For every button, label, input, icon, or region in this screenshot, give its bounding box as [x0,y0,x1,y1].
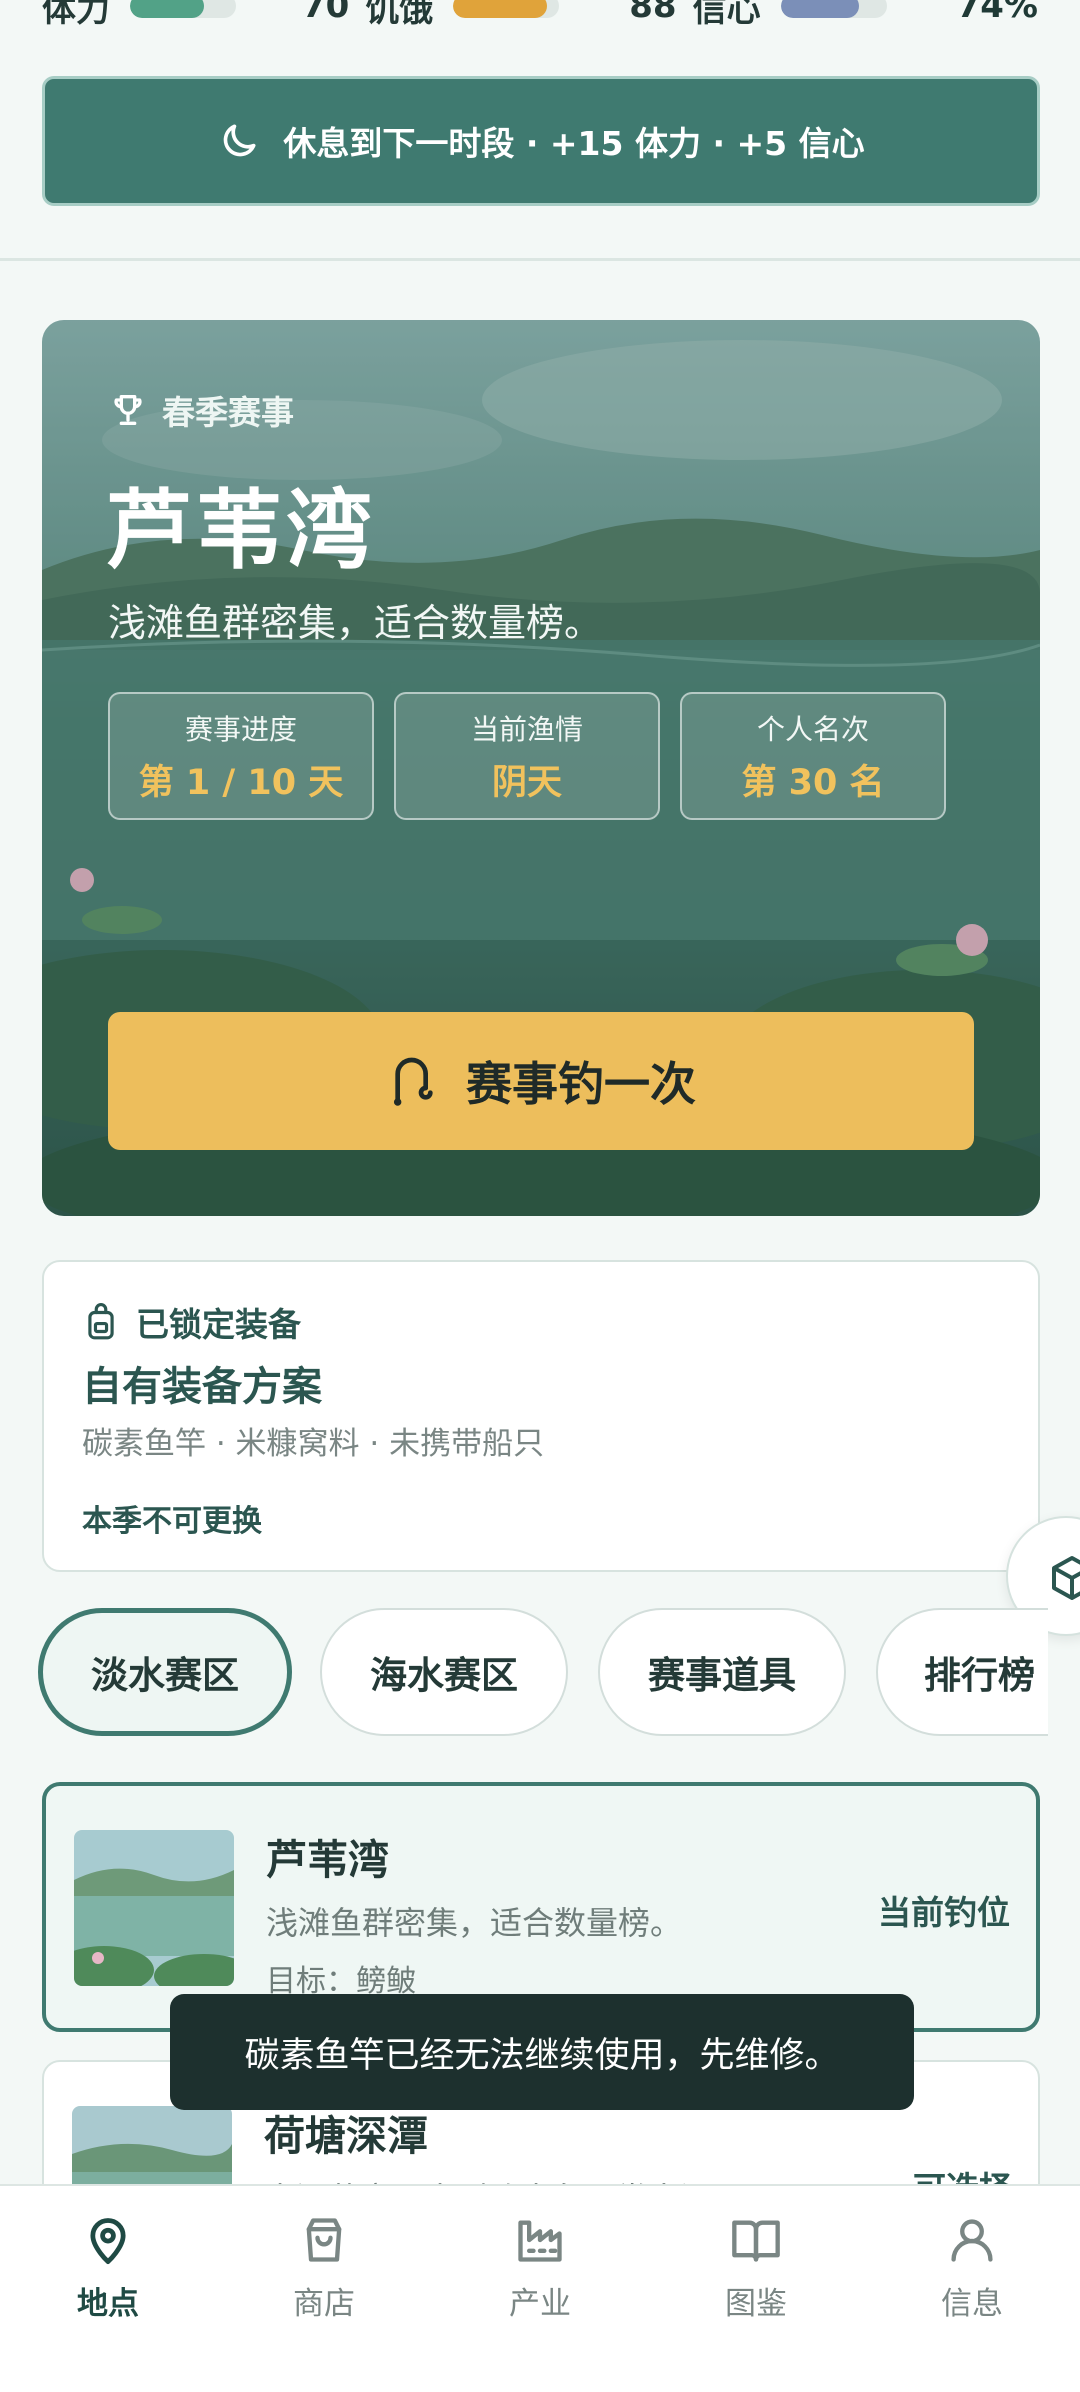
event-progress-stat: 赛事进度 第 1 / 10 天 [108,692,374,820]
bottom-nav: 地点 商店 产业 图鉴 信息 [0,2184,1080,2392]
zone-tabs: 淡水赛区 海水赛区 赛事道具 排行榜 [38,1608,1048,1736]
nav-item-locations[interactable]: 地点 [8,2186,208,2323]
stat-label: 当前渔情 [470,712,583,746]
stat-label: 赛事进度 [184,712,297,746]
hunger-bar [453,0,560,18]
backpack-icon [88,1303,114,1340]
stat-value: 阴天 [491,762,562,803]
nav-item-shop[interactable]: 商店 [224,2186,424,2323]
gear-header-label: 已锁定装备 [136,1305,301,1344]
hunger-label: 饥饿 [365,0,434,30]
toast-message: 碳素鱼竿已经无法继续使用，先维修。 [170,1994,914,2110]
spot-description: 浅滩鱼群密集，适合数量榜。 [108,601,603,645]
divider [0,258,1080,261]
cast-button-label: 赛事钓一次 [466,1057,696,1111]
spot-description: 浅滩鱼群密集，适合数量榜。 [266,1904,683,1942]
cast-button[interactable]: 赛事钓一次 [108,1012,974,1150]
fishing-rod-icon [393,1057,433,1106]
tab-label: 海水赛区 [370,1654,518,1697]
gear-plan-title: 自有装备方案 [82,1364,322,1410]
stamina-value: 70 [301,0,350,26]
trophy-icon [114,395,142,425]
gear-header: 已锁定装备 [82,1298,301,1346]
gear-lock-note: 本季不可更换 [82,1504,262,1539]
book-icon [732,2220,780,2262]
event-tag: 春季赛事 [108,386,294,434]
stamina-bar [130,0,236,18]
stamina-label: 体力 [42,0,110,30]
event-stats: 赛事进度 第 1 / 10 天 当前渔情 阴天 个人名次 第 30 名 [108,692,946,820]
spot-name: 芦苇湾 [266,1836,389,1884]
confidence-label: 信心 [692,0,761,30]
nav-item-encyclopedia[interactable]: 图鉴 [656,2186,856,2323]
stat-value: 第 30 名 [741,762,885,803]
status-bar: 体力 70 饥饿 88 信心 74% [42,0,1038,30]
event-tag-label: 春季赛事 [162,393,294,432]
stat-label: 个人名次 [756,712,869,746]
gear-items: 碳素鱼竿 · 米糠窝料 · 未携带船只 [82,1426,545,1462]
nav-label: 信息 [941,2286,1003,2322]
spot-title: 芦苇湾 [106,481,376,581]
confidence-stat: 88 信心 [629,0,956,31]
tab-saltwater[interactable]: 海水赛区 [320,1608,568,1736]
confidence-value: 74% [956,0,1038,26]
tab-freshwater[interactable]: 淡水赛区 [38,1608,292,1736]
spot-status: 当前钓位 [878,1893,1010,1932]
spot-thumbnail [74,1830,234,1986]
tab-label: 排行榜 [924,1654,1035,1697]
factory-icon [518,2220,562,2262]
event-hero-card: 春季赛事 芦苇湾 浅滩鱼群密集，适合数量榜。 赛事进度 第 1 / 10 天 当… [42,320,1040,1216]
stat-value: 第 1 / 10 天 [138,762,344,803]
personal-rank-stat: 个人名次 第 30 名 [680,692,946,820]
hunger-value: 88 [629,0,677,26]
tab-label: 淡水赛区 [91,1654,239,1697]
rest-button[interactable]: 休息到下一时段 · +15 体力 · +5 信心 [42,76,1040,206]
nav-item-profile[interactable]: 信息 [872,2186,1072,2323]
fishing-condition-stat: 当前渔情 阴天 [394,692,660,820]
nav-label: 商店 [293,2286,355,2322]
nav-label: 产业 [509,2286,571,2322]
confidence-bar [780,0,887,18]
nav-item-industry[interactable]: 产业 [440,2186,640,2323]
nav-label: 地点 [77,2286,139,2322]
hunger-stat: 70 饥饿 [302,0,629,31]
locked-gear-card: 已锁定装备 自有装备方案 碳素鱼竿 · 米糠窝料 · 未携带船只 本季不可更换 [42,1260,1040,1572]
box-icon [1052,1556,1080,1600]
spot-name: 荷塘深潭 [264,2112,428,2160]
tab-leaderboard[interactable]: 排行榜 [876,1608,1048,1736]
map-pin-icon [90,2218,126,2265]
moon-icon [224,124,256,157]
nav-label: 图鉴 [725,2286,787,2322]
tab-label: 赛事道具 [648,1654,796,1697]
shopping-bag-icon [306,2218,342,2262]
user-icon [951,2219,993,2262]
tab-event-items[interactable]: 赛事道具 [598,1608,846,1736]
rest-button-label: 休息到下一时段 · +15 体力 · +5 信心 [283,124,865,163]
stamina-stat: 体力 [42,0,302,31]
